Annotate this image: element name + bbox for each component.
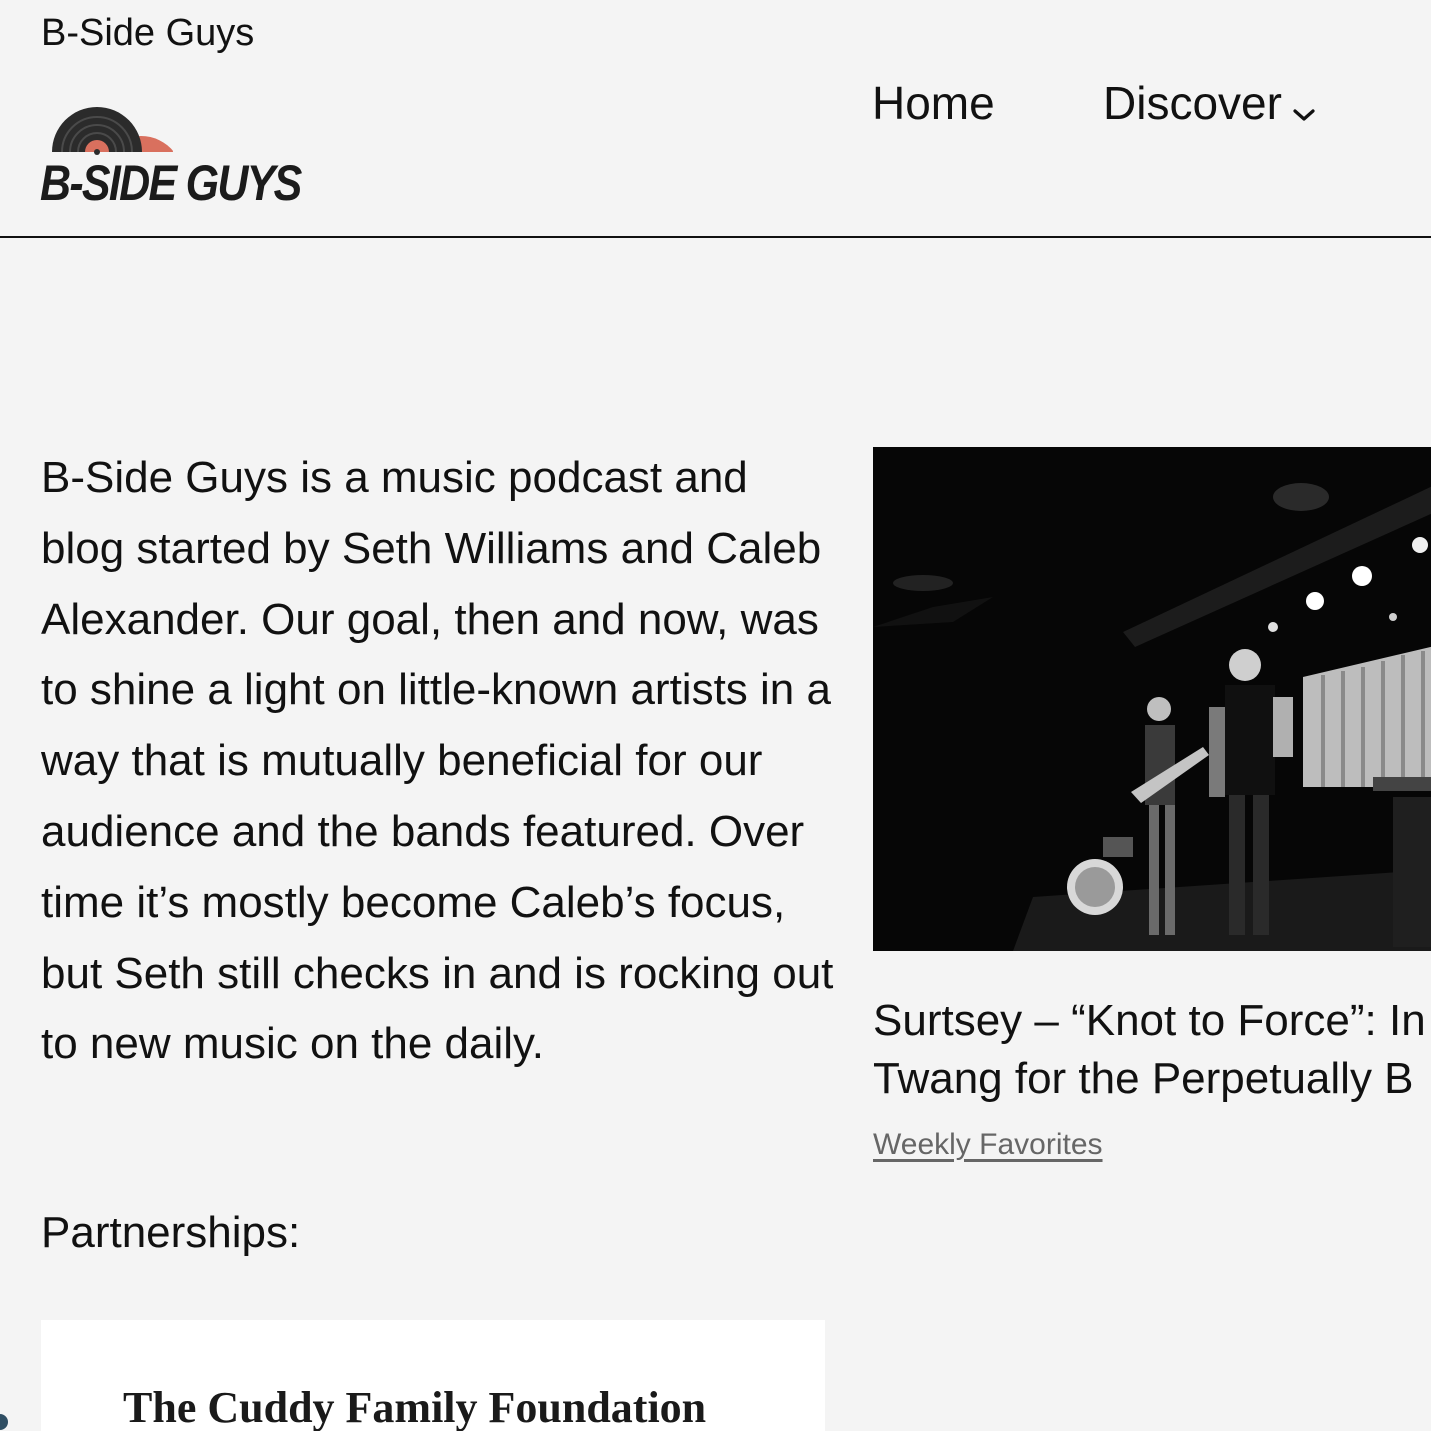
- featured-post-title-line: Surtsey – “Knot to Force”: In: [873, 996, 1426, 1045]
- concert-photo: [873, 447, 1431, 951]
- site-title-link[interactable]: B-Side Guys: [41, 10, 254, 56]
- nav-home-link[interactable]: Home: [872, 74, 995, 132]
- partner-name: The Cuddy Family Foundation: [123, 1383, 707, 1431]
- scroll-indicator: [0, 1414, 8, 1430]
- nav-discover-label: Discover: [1103, 77, 1282, 129]
- featured-post-title[interactable]: Surtsey – “Knot to Force”: In Twang for …: [873, 992, 1431, 1108]
- featured-post-title-line: Twang for the Perpetually B: [873, 1054, 1414, 1103]
- chevron-down-icon: [1292, 78, 1316, 136]
- featured-post-image[interactable]: [873, 447, 1431, 951]
- header-divider: [0, 236, 1431, 238]
- page: B-Side Guys B-SIDE GUYS Home Discover B-…: [0, 0, 1431, 1431]
- partner-card[interactable]: The Cuddy Family Foundation: [41, 1320, 825, 1431]
- site-logo[interactable]: B-SIDE GUYS: [40, 106, 302, 208]
- post-category-link[interactable]: Weekly Favorites: [873, 1127, 1103, 1163]
- partnerships-heading: Partnerships:: [41, 1208, 301, 1257]
- intro-paragraph: B-Side Guys is a music podcast and blog …: [41, 453, 834, 1069]
- nav-discover-dropdown[interactable]: Discover: [1103, 74, 1316, 136]
- logo-wordmark: B-SIDE GUYS: [40, 155, 302, 211]
